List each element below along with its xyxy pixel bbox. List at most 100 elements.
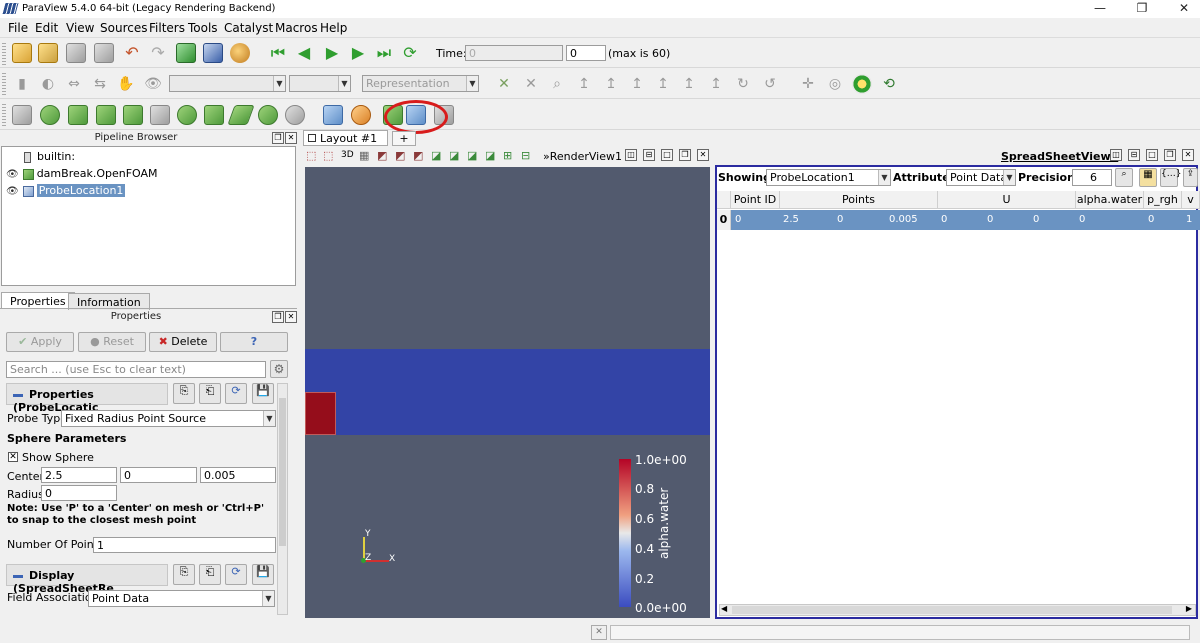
menu-catalyst[interactable]: Catalyst — [224, 21, 273, 35]
disconnect-icon[interactable] — [203, 43, 223, 63]
radius-field[interactable]: 0 — [41, 485, 117, 501]
showing-dropdown[interactable]: ProbeLocation1 ▼ — [766, 169, 891, 186]
copy-properties-icon[interactable]: ⎘ — [173, 383, 195, 404]
extract-level-icon[interactable] — [285, 105, 305, 125]
cell-v[interactable]: 1 — [1186, 210, 1193, 230]
glyph-icon[interactable] — [177, 105, 197, 125]
menu-edit[interactable]: Edit — [35, 21, 58, 35]
close-window-button[interactable]: ✕ — [1174, 2, 1194, 16]
zoom-to-data-icon[interactable]: ✕ — [521, 74, 541, 94]
cell-alpha-water[interactable]: 0 — [1079, 210, 1086, 230]
split-horizontal-icon[interactable]: ⬚ — [306, 149, 316, 162]
toolbar-grip-3[interactable] — [2, 104, 6, 126]
horizontal-scrollbar[interactable]: ◀ ▶ — [719, 604, 1196, 616]
split-vertical-icon[interactable]: ⬚ — [323, 149, 333, 162]
column-header-alpha-water[interactable]: alpha.water — [1076, 191, 1144, 209]
menu-help[interactable]: Help — [320, 21, 347, 35]
tab-properties[interactable]: Properties — [1, 292, 75, 309]
orientation-axes-icon[interactable]: ◎ — [825, 74, 845, 94]
stream-tracer-icon[interactable] — [204, 105, 224, 125]
restore-defaults-icon[interactable]: ⟳ — [225, 383, 247, 404]
apply-button[interactable]: ✔ Apply — [6, 332, 74, 352]
advanced-gear-icon[interactable]: ⚙ — [270, 360, 288, 378]
toolbar-grip-2[interactable] — [2, 73, 6, 95]
coloring-combo[interactable]: ▼ — [169, 75, 286, 92]
reset-camera-icon[interactable]: ✕ — [494, 74, 514, 94]
load-state-icon[interactable] — [38, 43, 58, 63]
menu-sources[interactable]: Sources — [100, 21, 147, 35]
undock-properties-button[interactable]: ❐ — [272, 311, 284, 323]
previous-frame-icon[interactable]: ◀ — [294, 43, 314, 63]
center-axes-icon[interactable]: ✛ — [798, 74, 818, 94]
add-layout-button[interactable]: + — [392, 131, 416, 146]
menu-macros[interactable]: Macros — [275, 21, 318, 35]
pick-center-icon[interactable] — [852, 74, 872, 94]
column-header-point-id[interactable]: Point ID — [731, 191, 780, 209]
split-v-button[interactable]: ⊟ — [643, 149, 655, 161]
paste-display-icon[interactable]: ⎗ — [199, 564, 221, 585]
paste-properties-icon[interactable]: ⎗ — [199, 383, 221, 404]
row-index[interactable]: 0 — [717, 210, 731, 230]
time-value-field[interactable]: 0 — [465, 45, 563, 61]
close-pipeline-button[interactable]: ✕ — [285, 132, 297, 144]
undo-icon[interactable]: ↶ — [122, 43, 142, 63]
select-block-icon[interactable]: ◪ — [431, 149, 441, 162]
cell-p-rgh[interactable]: 0 — [1148, 210, 1155, 230]
toggle-cell-connectivity-icon[interactable]: ▦ — [1139, 168, 1157, 187]
next-frame-icon[interactable]: ▶ — [348, 43, 368, 63]
extract-subset-icon[interactable] — [150, 105, 170, 125]
restore-button[interactable]: ❐ — [1132, 2, 1152, 16]
toggle-column-visibility-icon[interactable]: ⌕ — [1115, 168, 1133, 187]
cell-points-x[interactable]: 2.5 — [783, 210, 799, 230]
pipeline-item-probelocation[interactable]: 👁 ProbeLocation1 — [6, 184, 126, 197]
save-state-icon[interactable] — [94, 43, 114, 63]
view-minus-x-icon[interactable]: ↥ — [601, 74, 621, 94]
number-of-points-field[interactable]: 1 — [93, 537, 276, 553]
rotate-plus-90-icon[interactable]: ↻ — [733, 74, 753, 94]
scroll-left-icon[interactable]: ◀ — [721, 604, 727, 613]
delete-button[interactable]: ✖ Delete — [149, 332, 217, 352]
column-header-v[interactable]: v — [1182, 191, 1200, 209]
undock-view-button[interactable]: ❐ — [679, 149, 691, 161]
close-properties-button[interactable]: ✕ — [285, 311, 297, 323]
spreadsheet-view-label[interactable]: SpreadSheetView1 — [1001, 150, 1118, 163]
center-x-field[interactable]: 2.5 — [41, 467, 117, 483]
view-plus-z-icon[interactable]: ↥ — [679, 74, 699, 94]
save-display-defaults-icon[interactable]: 💾 — [252, 564, 274, 585]
representation-combo[interactable]: Representation ▼ — [362, 75, 479, 92]
sheet-maximize-button[interactable]: □ — [1146, 149, 1158, 161]
restore-display-defaults-icon[interactable]: ⟳ — [225, 564, 247, 585]
first-frame-icon[interactable]: ⏮ — [268, 43, 288, 63]
attribute-dropdown[interactable]: Point Data ▼ — [946, 169, 1016, 186]
cell-points-z[interactable]: 0.005 — [889, 210, 918, 230]
menu-file[interactable]: File — [8, 21, 28, 35]
save-defaults-icon[interactable]: 💾 — [252, 383, 274, 404]
component-combo[interactable]: ▼ — [289, 75, 351, 92]
slice-icon[interactable] — [96, 105, 116, 125]
loop-icon[interactable]: ⟳ — [400, 43, 420, 63]
sheet-split-h-button[interactable]: ◫ — [1110, 149, 1122, 161]
visibility-eye-icon[interactable]: 👁 — [6, 169, 19, 180]
view-plus-y-icon[interactable]: ↥ — [627, 74, 647, 94]
visibility-eye-icon[interactable]: 👁 — [6, 186, 19, 197]
calculator-icon[interactable] — [12, 105, 32, 125]
sheet-split-v-button[interactable]: ⊟ — [1128, 149, 1140, 161]
toggle-field-data-icon[interactable]: {…} — [1160, 168, 1181, 187]
properties-search-input[interactable]: Search ... (use Esc to clear text) — [6, 361, 266, 378]
field-association-dropdown[interactable]: Point Data ▼ — [88, 590, 275, 607]
cell-u-y[interactable]: 0 — [987, 210, 994, 230]
open-file-icon[interactable] — [12, 43, 32, 63]
layout-tab[interactable]: Layout #1 ✕ — [303, 130, 388, 158]
cell-points-y[interactable]: 0 — [837, 210, 844, 230]
group-datasets-icon[interactable] — [258, 105, 278, 125]
maximize-view-button[interactable]: □ — [661, 149, 673, 161]
help-button[interactable]: ? — [220, 332, 288, 352]
menu-filters[interactable]: Filters — [149, 21, 185, 35]
view-plus-x-icon[interactable]: ↥ — [574, 74, 594, 94]
contour-icon[interactable] — [40, 105, 60, 125]
reset-center-icon[interactable]: ⟲ — [879, 74, 899, 94]
color-palette-icon[interactable] — [230, 43, 250, 63]
cell-u-z[interactable]: 0 — [1033, 210, 1040, 230]
scroll-right-icon[interactable]: ▶ — [1186, 604, 1192, 613]
zoom-to-box-icon[interactable]: ⌕ — [547, 74, 567, 94]
